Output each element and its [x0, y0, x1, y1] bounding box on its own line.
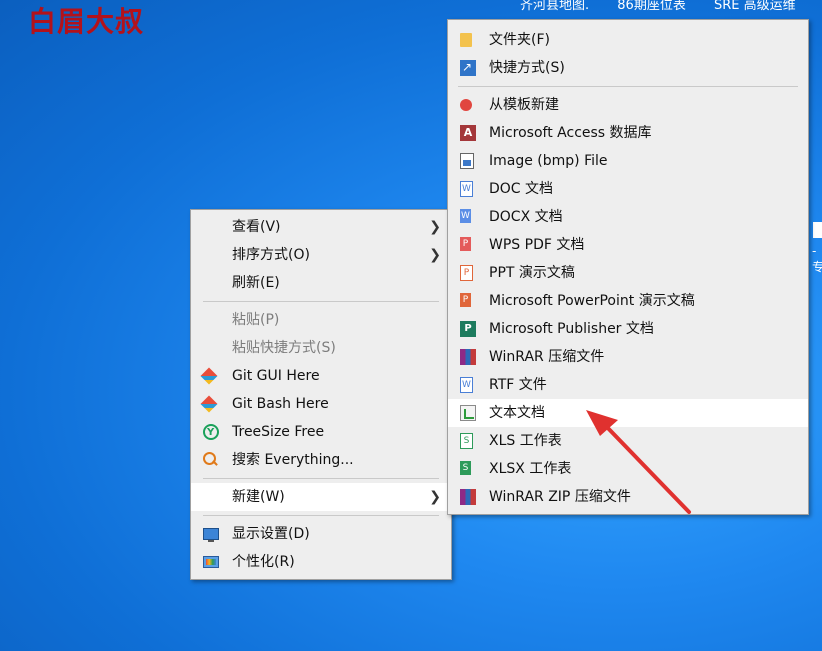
arrow-shaft	[601, 421, 691, 514]
annotation-arrow	[586, 410, 691, 514]
